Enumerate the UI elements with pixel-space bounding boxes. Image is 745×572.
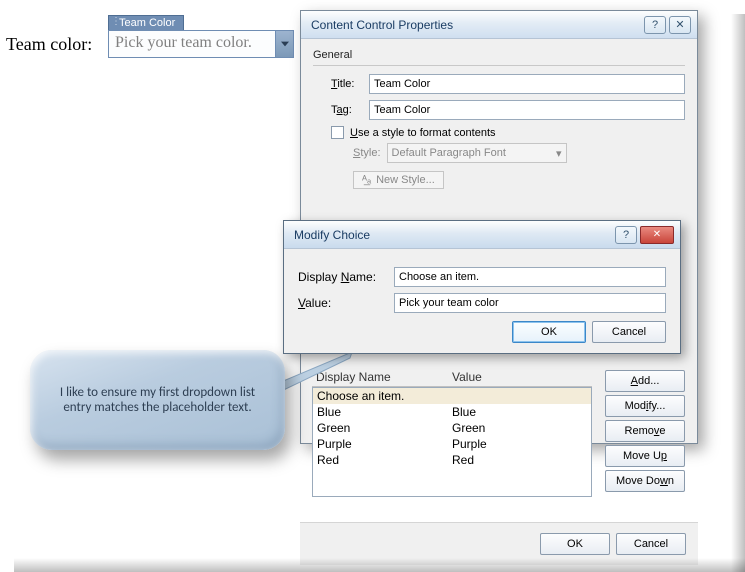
close-icon[interactable]: ✕ — [669, 16, 691, 34]
help-icon[interactable]: ? — [644, 16, 666, 34]
use-style-label: Use a style to format contents — [350, 127, 496, 139]
content-control-tab[interactable]: Team Color — [108, 15, 184, 30]
list-item[interactable]: Red Red — [313, 452, 591, 468]
chevron-down-icon[interactable] — [275, 31, 293, 57]
move-up-button[interactable]: Move Up — [605, 445, 685, 467]
separator — [313, 65, 685, 66]
chevron-down-icon: ▾ — [556, 147, 562, 160]
dialog-bottom-buttons: OK Cancel — [300, 522, 698, 565]
list-side-buttons: Add... Modify... Remove Move Up Move Dow… — [605, 370, 685, 492]
dialog-titlebar[interactable]: Modify Choice ? ✕ — [284, 221, 680, 249]
content-control-body[interactable]: Pick your team color. — [108, 30, 294, 58]
add-button[interactable]: Add... — [605, 370, 685, 392]
list-item-name: Red — [317, 453, 452, 467]
style-value: Default Paragraph Font — [392, 147, 506, 159]
dialog-title: Modify Choice — [294, 228, 370, 242]
modify-button[interactable]: Modify... — [605, 395, 685, 417]
list-item[interactable]: Purple Purple — [313, 436, 591, 452]
dialog-title: Content Control Properties — [311, 18, 453, 32]
new-style-button: ᴬ̲ₐ New Style... — [353, 171, 444, 189]
ok-button[interactable]: OK — [540, 533, 610, 555]
group-general-label: General — [313, 49, 685, 61]
cancel-button[interactable]: Cancel — [616, 533, 686, 555]
value-field[interactable] — [394, 293, 666, 313]
ok-button[interactable]: OK — [512, 321, 586, 343]
document-field-label: Team color: — [6, 34, 92, 55]
callout: I like to ensure my first dropdown list … — [30, 350, 285, 450]
list-item-name: Green — [317, 421, 452, 435]
content-control[interactable]: Team Color Pick your team color. — [108, 15, 294, 58]
modify-choice-dialog: Modify Choice ? ✕ Display Name: Value: O… — [283, 220, 681, 354]
list-item-value — [452, 389, 587, 403]
value-label: Value: — [298, 296, 394, 310]
tag-field-label: Tag: — [331, 104, 369, 116]
title-field[interactable] — [369, 74, 685, 94]
list-item-name: Blue — [317, 405, 452, 419]
move-down-button[interactable]: Move Down — [605, 470, 685, 492]
remove-button[interactable]: Remove — [605, 420, 685, 442]
list-box[interactable]: Choose an item. Blue Blue Green Green Pu… — [312, 387, 592, 497]
list-item-value: Blue — [452, 405, 587, 419]
list-item[interactable]: Blue Blue — [313, 404, 591, 420]
dialog-titlebar[interactable]: Content Control Properties ? ✕ — [301, 11, 697, 39]
page-shadow — [731, 14, 745, 572]
tag-field[interactable] — [369, 100, 685, 120]
close-icon[interactable]: ✕ — [640, 226, 674, 244]
list-item-value: Red — [452, 453, 587, 467]
content-control-placeholder: Pick your team color. — [109, 31, 275, 57]
list-item-value: Purple — [452, 437, 587, 451]
list-item[interactable]: Green Green — [313, 420, 591, 436]
help-icon[interactable]: ? — [615, 226, 637, 244]
list-item-name: Purple — [317, 437, 452, 451]
title-field-label: Title: — [331, 78, 369, 90]
use-style-checkbox[interactable] — [331, 126, 344, 139]
style-icon: ᴬ̲ₐ — [362, 174, 371, 186]
list-header-value: Value — [452, 370, 588, 384]
callout-text: I like to ensure my first dropdown list … — [52, 385, 263, 415]
style-label: Style: — [353, 147, 381, 159]
display-name-field[interactable] — [394, 267, 666, 287]
new-style-label: New Style... — [376, 174, 435, 186]
list-item-value: Green — [452, 421, 587, 435]
style-dropdown: Default Paragraph Font ▾ — [387, 143, 567, 163]
cancel-button[interactable]: Cancel — [592, 321, 666, 343]
display-name-label: Display Name: — [298, 270, 394, 284]
